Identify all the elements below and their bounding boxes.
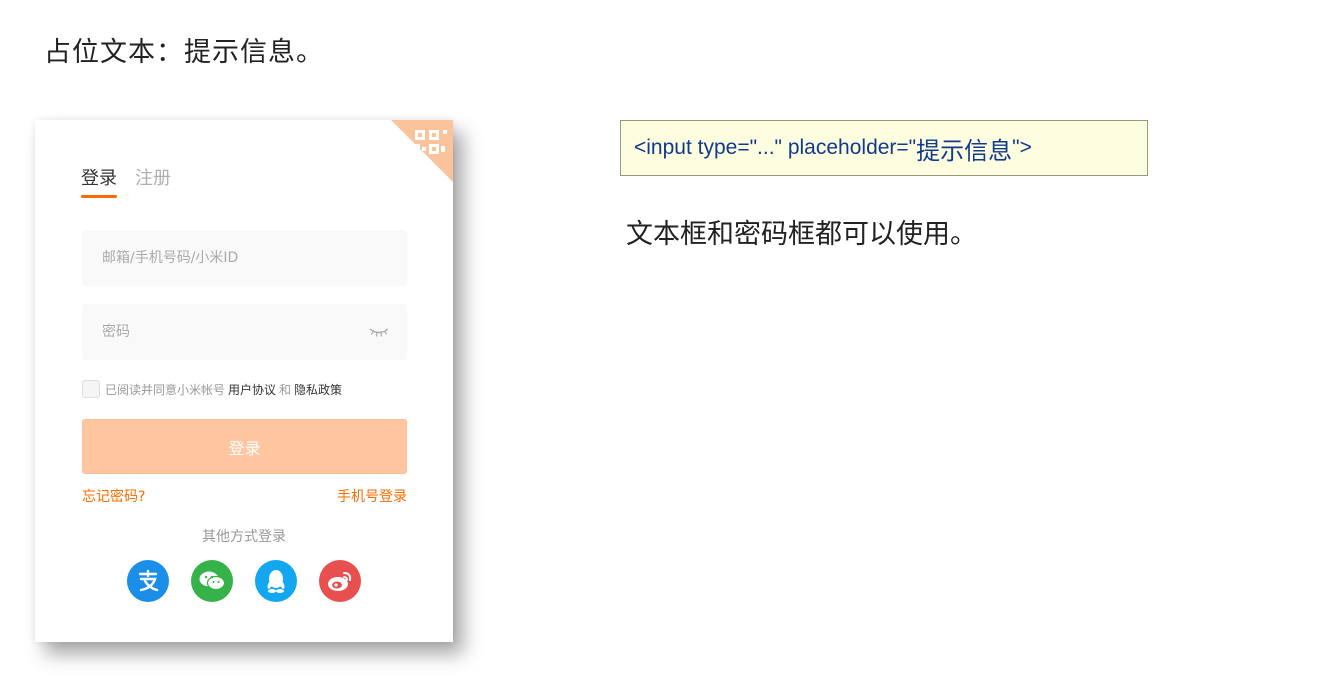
agreement-text: 已阅读并同意小米帐号: [105, 382, 226, 397]
account-input[interactable]: [82, 230, 407, 286]
social-login-row: [127, 560, 361, 602]
qq-icon[interactable]: [255, 560, 297, 602]
code-prefix: <input type="..." placeholder=": [634, 136, 917, 159]
agreement-and-text: 和: [279, 382, 292, 397]
weibo-icon[interactable]: [319, 560, 361, 602]
tab-register[interactable]: 注册: [135, 164, 171, 198]
agreement-checkbox[interactable]: [82, 380, 100, 398]
login-tabs: 登录 注册: [81, 164, 171, 198]
slide-title: 占位文本：提示信息。: [44, 37, 324, 68]
phone-login-link[interactable]: 手机号登录: [337, 486, 407, 506]
login-card: 登录 注册 已阅读并同意小米帐号 用户协议 和 隐私政策 登录 忘记密码? 手机…: [35, 120, 453, 642]
other-login-title: 其他方式登录: [202, 529, 286, 545]
agreement-row: 已阅读并同意小米帐号 用户协议 和 隐私政策: [82, 380, 345, 398]
forgot-password-link[interactable]: 忘记密码?: [82, 486, 145, 506]
qr-code-icon[interactable]: [391, 120, 453, 182]
wechat-icon[interactable]: [191, 560, 233, 602]
privacy-policy-link[interactable]: 隐私政策: [294, 381, 342, 398]
code-placeholder-value: 提示信息: [916, 137, 1013, 165]
login-button[interactable]: 登录: [82, 419, 407, 474]
eye-closed-icon[interactable]: [369, 326, 389, 338]
code-example-box: <input type="..." placeholder=" 提示信息 ">: [620, 120, 1148, 176]
alipay-icon[interactable]: [127, 560, 169, 602]
code-suffix: ">: [1012, 136, 1032, 159]
user-agreement-link[interactable]: 用户协议: [228, 381, 276, 398]
tab-login[interactable]: 登录: [81, 164, 117, 198]
slide-description: 文本框和密码框都可以使用。: [626, 219, 977, 250]
password-input[interactable]: [82, 304, 407, 360]
